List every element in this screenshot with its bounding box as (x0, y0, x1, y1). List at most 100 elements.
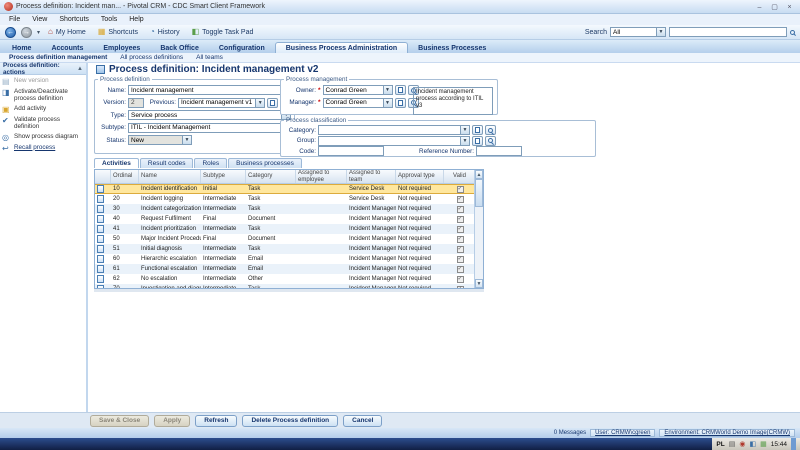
update-icon[interactable]: ◧ (749, 441, 756, 448)
table-row[interactable]: 10 Incident identification Initial Task … (95, 184, 476, 194)
reference-number-field[interactable] (476, 146, 522, 156)
messages-counter[interactable]: 0 Messages (554, 430, 586, 436)
chevron-down-icon[interactable]: ▼ (383, 86, 392, 94)
search-lookup-button[interactable] (485, 125, 496, 135)
toolbar-button[interactable]: Toggle Task Pad (189, 28, 257, 36)
table-row[interactable]: 51 Initial diagnosis Intermediate Task I… (95, 244, 476, 254)
alert-icon[interactable]: ◉ (739, 441, 745, 448)
sidebar-action-item[interactable]: Add activity (2, 106, 84, 114)
manager-select[interactable]: Conrad Green ▼ (323, 98, 393, 108)
sub-tab[interactable]: All process definitions (115, 54, 188, 61)
table-row[interactable]: 40 Request Fulfilment Final Document Inc… (95, 214, 476, 224)
chevron-down-icon[interactable]: ▼ (656, 28, 665, 36)
toolbar-button[interactable]: My Home (45, 28, 89, 36)
type-select[interactable]: Service process ▼ (128, 110, 291, 120)
search-input[interactable] (669, 27, 787, 37)
chevron-down-icon[interactable]: ▼ (460, 126, 469, 134)
col-ordinal[interactable]: Ordinal (111, 170, 139, 183)
search-lookup-button[interactable] (485, 136, 496, 146)
clock[interactable]: 15:44 (771, 441, 787, 448)
nav-tab[interactable]: Accounts (41, 43, 93, 53)
col-valid[interactable]: Valid (444, 170, 476, 183)
owner-select[interactable]: Conrad Green ▼ (323, 85, 393, 95)
menu-item[interactable]: Shortcuts (53, 16, 95, 23)
group-select[interactable]: ▼ (318, 136, 470, 146)
col-icon[interactable] (95, 170, 111, 183)
nav-tab[interactable]: Home (2, 43, 41, 53)
sidebar-action-item[interactable]: Activate/Deactivate process definition (2, 89, 84, 103)
menu-item[interactable]: Help (123, 16, 149, 23)
chevron-down-icon[interactable]: ▼ (383, 99, 392, 107)
table-row[interactable]: 50 Major Incident Procedure Final Docume… (95, 234, 476, 244)
col-name[interactable]: Name (139, 170, 201, 183)
name-field[interactable] (128, 85, 291, 95)
nav-history-dropdown-icon[interactable]: ▾ (37, 29, 40, 36)
nav-tab[interactable]: Back Office (150, 43, 209, 53)
user-status-link[interactable]: User: CRMW\cgreen (590, 429, 655, 437)
chevron-down-icon[interactable]: ▼ (255, 99, 264, 107)
col-assigned-team[interactable]: Assigned to team (347, 170, 396, 183)
nav-tab[interactable]: Employees (93, 43, 150, 53)
vertical-scrollbar[interactable]: ▲ ▼ (474, 170, 483, 288)
detail-tab[interactable]: Roles (194, 158, 227, 168)
open-record-button[interactable] (395, 98, 406, 108)
menu-item[interactable]: File (3, 16, 26, 23)
open-record-button[interactable] (267, 98, 278, 108)
new-record-button[interactable] (472, 136, 483, 146)
sidebar-action-item[interactable]: Recall process (2, 145, 84, 153)
toolbar-button[interactable]: History (147, 28, 183, 36)
menu-item[interactable]: View (26, 16, 53, 23)
collapse-icon[interactable]: ▲ (77, 66, 83, 72)
back-icon[interactable]: ← (5, 27, 16, 38)
new-record-button[interactable] (472, 125, 483, 135)
minimize-icon[interactable]: – (753, 2, 766, 12)
toolbar-button[interactable]: Shortcuts (95, 28, 141, 36)
nav-tab[interactable]: Configuration (209, 43, 275, 53)
sidebar-action-item[interactable]: Show process diagram (2, 134, 84, 142)
sidebar-action-item[interactable]: New version (2, 78, 84, 86)
network-icon[interactable]: ▦ (760, 441, 767, 448)
previous-version-select[interactable]: Incident management v1 ▼ (178, 98, 265, 108)
menu-item[interactable]: Tools (95, 16, 123, 23)
col-approval-type[interactable]: Approval type (396, 170, 444, 183)
table-row[interactable]: 62 No escalation Intermediate Other Inci… (95, 274, 476, 284)
table-row[interactable]: 41 Incident prioritization Intermediate … (95, 224, 476, 234)
printer-icon[interactable]: ▤ (729, 441, 736, 448)
scroll-up-icon[interactable]: ▲ (475, 170, 483, 179)
detail-tab[interactable]: Activities (94, 158, 139, 168)
forward-icon[interactable]: → (21, 27, 32, 38)
table-row[interactable]: 60 Hierarchic escalation Intermediate Em… (95, 254, 476, 264)
col-assigned-employee[interactable]: Assigned to employee (296, 170, 347, 183)
table-row[interactable]: 61 Functional escalation Intermediate Em… (95, 264, 476, 274)
footer-button[interactable]: Cancel (343, 415, 382, 427)
nav-tab[interactable]: Business Processes (408, 43, 496, 53)
col-category[interactable]: Category (246, 170, 296, 183)
table-row[interactable]: 30 Incident categorization Intermediate … (95, 204, 476, 214)
search-icon[interactable] (790, 30, 795, 35)
nav-tab[interactable]: Business Process Administration (275, 42, 408, 53)
detail-tab[interactable]: Business processes (228, 158, 302, 168)
scroll-down-icon[interactable]: ▼ (475, 279, 483, 288)
category-select[interactable]: ▼ (318, 125, 470, 135)
show-desktop-button[interactable] (791, 438, 796, 450)
sub-tab[interactable]: Process definition management (4, 54, 112, 61)
environment-status-link[interactable]: Environment: CRMWorld Demo Image(CRMW) (659, 429, 795, 437)
sub-tab[interactable]: All teams (191, 54, 228, 61)
sidebar-action-item[interactable]: Validate process definition (2, 117, 84, 131)
footer-button[interactable]: Refresh (195, 415, 237, 427)
footer-button[interactable]: Delete Process definition (242, 415, 338, 427)
footer-button[interactable]: Apply (154, 415, 190, 427)
detail-tab[interactable]: Result codes (140, 158, 194, 168)
open-record-button[interactable] (395, 85, 406, 95)
search-scope-select[interactable]: All ▼ (610, 27, 666, 37)
close-icon[interactable]: × (783, 2, 796, 12)
code-field[interactable] (318, 146, 384, 156)
language-indicator[interactable]: PL (716, 441, 724, 448)
table-row[interactable]: 70 Investigation and diagnosis Intermedi… (95, 284, 476, 288)
chevron-down-icon[interactable]: ▼ (460, 137, 469, 145)
description-textarea[interactable]: Incident management process according to… (413, 87, 493, 115)
col-subtype[interactable]: Subtype (201, 170, 246, 183)
table-row[interactable]: 20 Incident logging Intermediate Task Se… (95, 194, 476, 204)
footer-button[interactable]: Save & Close (90, 415, 149, 427)
maximize-icon[interactable]: ▢ (768, 2, 781, 12)
